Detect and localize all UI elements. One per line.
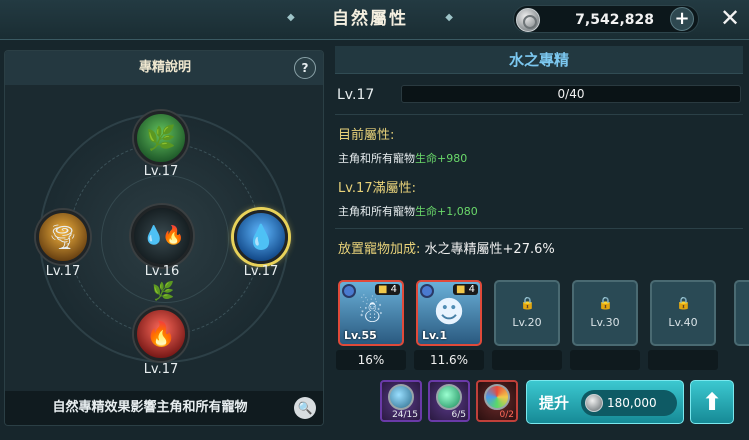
pet-bonus-pct: 16% [336,350,406,370]
rainbow-gem-icon [484,384,510,410]
fire-level: Lv.17 [143,362,179,377]
title-wrap: ◆ 自然屬性 ◆ [285,6,455,32]
divider [335,114,743,115]
upgrade-cost-value: 180,000 [607,396,657,410]
bonus-label: 放置寵物加成: [338,242,421,257]
add-currency-button[interactable]: + [670,7,694,31]
grass-level: Lv.17 [143,164,179,179]
silver-currency: 7,542,828 + [513,5,699,33]
water-stone-item[interactable]: 24/15 [380,380,422,422]
green-stone-item[interactable]: 6/5 [428,380,470,422]
rainbow-stone-item[interactable]: 0/2 [476,380,518,422]
max-stat-title: Lv.17滿屬性: [338,181,416,196]
page-title: 自然屬性 [332,9,408,29]
title-right-ornament-icon: ◆ [445,12,453,23]
grass-mastery-node[interactable]: 🌿 [134,111,188,165]
lock-icon: 🔒 [676,296,691,310]
title-left-ornament-icon: ◆ [287,12,295,23]
water-gem-icon [388,384,414,410]
silver-coin-icon [585,394,603,412]
locked-slot-lv20[interactable]: 🔒 Lv.20 [494,280,560,346]
stone-count: 24/15 [392,410,418,420]
help-button[interactable]: ? [294,57,316,79]
current-stat-target: 主角和所有寵物 [338,152,415,165]
top-bar: ◆ 自然屬性 ◆ 7,542,828 + ✕ [0,0,749,40]
mastery-info-title: 專精說明 [138,60,191,75]
level-row: Lv.17 0/40 [335,82,743,108]
water-drop-icon: 💧 [246,223,276,251]
lock-icon: 🔒 [520,296,535,310]
currency-value: 7,542,828 [575,12,654,28]
mastery-effect-note: 自然專精效果影響主角和所有寵物 [52,400,248,415]
grass-leaf-icon: 🌿 [146,124,176,152]
level-up-arrow-button[interactable]: ⬆ [690,380,734,424]
unlock-level: Lv.40 [668,316,698,329]
divider [335,228,743,229]
pet-level: Lv.1 [422,329,448,342]
wind-mastery-node[interactable]: 🌪 [36,210,90,264]
search-button[interactable]: 🔍 [294,397,316,419]
detail-level: Lv.17 [337,87,375,103]
water-level: Lv.17 [243,264,279,279]
stone-count: 6/5 [451,410,466,420]
pet-level: Lv.55 [344,329,377,342]
mastery-overview-panel: 專精說明 ? 🌿 Lv.17 🌪 Lv.17 💧🔥🌿 Lv.16 💧 Lv.17… [4,50,324,426]
detail-header: 水之專精 [335,46,743,74]
detail-title: 水之專精 [508,51,569,69]
unlock-level: Lv.30 [590,316,620,329]
center-level: Lv.16 [144,264,180,279]
mastery-footer: 自然專精效果影響主角和所有寵物 🔍 [5,391,323,425]
exp-progress-bar: 0/40 [401,85,741,103]
green-gem-icon [436,384,462,410]
pet-star-badge: ■ 4 [374,284,400,295]
nature-center-node[interactable]: 💧🔥🌿 [131,205,193,302]
locked-slot-partial[interactable] [734,280,749,346]
upgrade-cost: 180,000 [581,390,677,416]
close-button[interactable]: ✕ [716,4,744,32]
nature-combined-icon: 💧🔥🌿 [142,225,185,302]
empty-bonus-pct [570,350,640,370]
empty-bonus-pct [492,350,562,370]
fire-mastery-node[interactable]: 🔥 [134,307,188,361]
empty-bonus-pct [648,350,718,370]
whirlwind-icon: 🌪 [47,223,79,251]
placement-bonus: 放置寵物加成: 水之專精屬性+27.6% [338,238,555,257]
max-stat-value: 生命+1,080 [415,205,478,218]
lock-icon: 🔒 [598,296,613,310]
pet-star-badge: ■ 4 [452,284,478,295]
locked-slot-lv40[interactable]: 🔒 Lv.40 [650,280,716,346]
exp-progress-text: 0/40 [557,87,585,101]
wind-level: Lv.17 [45,264,81,279]
fire-icon: 🔥 [146,320,176,348]
pet-slot-1[interactable]: ☃ ■ 4 Lv.55 [338,280,404,346]
unlock-level: Lv.20 [512,316,542,329]
upgrade-button[interactable]: 提升 180,000 [526,380,684,424]
stone-count: 0/2 [499,410,514,420]
bonus-value: 水之專精屬性+27.6% [424,242,555,257]
current-stat-title: 目前屬性: [338,128,395,143]
pet-slot-2[interactable]: ☻ ■ 4 Lv.1 [416,280,482,346]
upgrade-label: 提升 [539,394,570,412]
silver-coin-icon [516,8,540,32]
max-stat-line: 主角和所有寵物生命+1,080 [338,203,478,219]
pet-bonus-pct: 11.6% [414,350,484,370]
locked-slot-lv30[interactable]: 🔒 Lv.30 [572,280,638,346]
mastery-info-header: 專精說明 ? [5,51,323,85]
water-mastery-node[interactable]: 💧 [234,210,288,264]
current-stat-value: 生命+980 [415,152,468,165]
current-stat-line: 主角和所有寵物生命+980 [338,150,467,166]
max-stat-target: 主角和所有寵物 [338,205,415,218]
